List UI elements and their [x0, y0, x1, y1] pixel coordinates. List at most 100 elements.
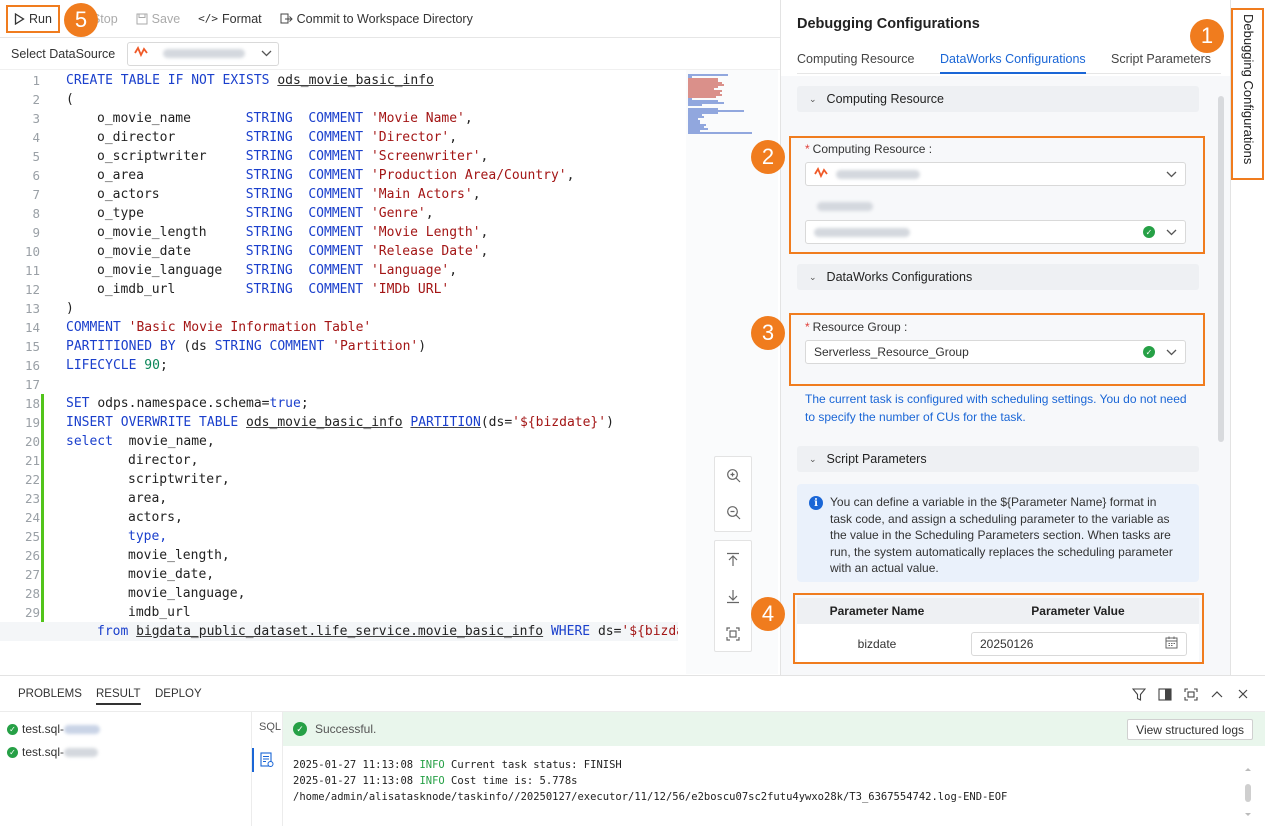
section-title: Script Parameters: [826, 452, 927, 466]
debugging-configurations-panel: Debugging Configurations Computing Resou…: [781, 0, 1230, 675]
code-line-16: LIFECYCLE 90;: [66, 358, 168, 373]
panel-scrollbar[interactable]: [1218, 96, 1224, 442]
datasource-select[interactable]: [127, 41, 280, 66]
section-script-parameters[interactable]: ⌄ Script Parameters: [797, 446, 1199, 472]
bottom-tabs: PROBLEMS RESULT DEPLOY: [0, 676, 1265, 712]
scroll-top-icon[interactable]: [715, 541, 751, 578]
code-line-column-2: o_director STRING COMMENT 'Director',: [97, 130, 458, 145]
tab-deploy[interactable]: DEPLOY: [155, 688, 202, 700]
commit-icon: [280, 13, 293, 25]
check-circle-icon: ✓: [7, 723, 18, 735]
check-circle-icon: ✓: [293, 722, 307, 736]
section-title: Computing Resource: [826, 92, 944, 106]
step-badge-1: 1: [1190, 19, 1224, 53]
view-structured-logs-button[interactable]: View structured logs: [1127, 719, 1253, 740]
code-line-select-4: actors,: [128, 510, 183, 525]
step-badge-5: 5: [64, 3, 98, 37]
list-item[interactable]: ✓ test.sql-: [7, 745, 99, 759]
maximize-icon[interactable]: [1183, 686, 1199, 702]
code-line-column-1: o_movie_name STRING COMMENT 'Movie Name'…: [97, 111, 473, 126]
log-scrollbar[interactable]: [1244, 766, 1252, 818]
code-line-18: SET odps.namespace.schema=true;: [66, 396, 309, 411]
collapse-chevron-icon: ⌄: [809, 93, 817, 104]
status-text: Successful.: [315, 722, 377, 736]
datasource-row: Select DataSource: [0, 38, 780, 70]
code-line-15: PARTITIONED BY (ds STRING COMMENT 'Parti…: [66, 339, 427, 354]
info-icon: i: [809, 496, 823, 510]
chevron-down-icon: [260, 48, 272, 60]
panel-title: Debugging Configurations: [797, 16, 980, 32]
highlight-resource-group: [789, 313, 1205, 386]
log-tab-active-indicator: [252, 748, 254, 772]
info-text: You can define a variable in the ${Param…: [830, 495, 1173, 575]
format-label: Format: [222, 11, 262, 26]
code-icon: </>: [198, 12, 219, 25]
close-icon[interactable]: [1235, 686, 1251, 702]
run-item-label: test.sql-: [22, 722, 65, 736]
step-badge-2: 2: [751, 140, 785, 174]
minimap-line: [688, 74, 728, 76]
tab-computing-resource[interactable]: Computing Resource: [797, 52, 914, 74]
sql-view-tab[interactable]: SQL: [259, 721, 281, 733]
code-line-19: INSERT OVERWRITE TABLE ods_movie_basic_i…: [66, 415, 614, 430]
run-item-label: test.sql-: [22, 745, 65, 759]
zoom-out-icon[interactable]: [715, 494, 751, 531]
code-line-2: (: [66, 92, 74, 107]
zoom-in-icon[interactable]: [715, 457, 751, 494]
debugging-configurations-side-tab[interactable]: Debugging Configurations: [1231, 8, 1264, 180]
section-title: DataWorks Configurations: [826, 270, 973, 284]
panel-scroll-area[interactable]: ⌄ Computing Resource * Computing Resource…: [781, 76, 1230, 675]
datasource-label: Select DataSource: [11, 46, 116, 61]
side-tab-label: Debugging Configurations: [1241, 14, 1256, 165]
save-button[interactable]: Save: [130, 7, 187, 31]
code-line-20: select movie_name,: [66, 434, 215, 449]
tab-dataworks-configurations[interactable]: DataWorks Configurations: [940, 52, 1086, 74]
filter-icon[interactable]: [1131, 686, 1147, 702]
collapse-up-icon[interactable]: [1209, 686, 1225, 702]
section-dataworks-configurations[interactable]: ⌄ DataWorks Configurations: [797, 264, 1199, 290]
tab-script-parameters[interactable]: Script Parameters: [1111, 52, 1211, 74]
step-badge-3: 3: [751, 316, 785, 350]
code-line-13: ): [66, 301, 74, 316]
highlight-parameters: [793, 593, 1204, 664]
log-line-2: 2025-01-27 11:13:08 INFO Cost time is: 5…: [293, 775, 578, 787]
commit-button[interactable]: Commit to Workspace Directory: [274, 7, 479, 31]
tab-result[interactable]: RESULT: [96, 688, 141, 705]
result-area: PROBLEMS RESULT DEPLOY ✓ test.sql- ✓ tes…: [0, 675, 1265, 826]
panel-tabs: Computing Resource DataWorks Configurati…: [797, 52, 1221, 74]
split-view-icon[interactable]: [1157, 686, 1173, 702]
code-line-select-6: movie_length,: [128, 548, 230, 563]
save-icon: [136, 13, 148, 25]
collapse-chevron-icon: ⌄: [809, 271, 817, 282]
fit-screen-icon[interactable]: [715, 615, 751, 652]
list-item[interactable]: ✓ test.sql-: [7, 722, 101, 736]
run-history-list: ✓ test.sql- ✓ test.sql-: [0, 712, 252, 826]
tab-problems[interactable]: PROBLEMS: [18, 688, 82, 700]
minimap-line: [688, 104, 702, 106]
highlight-computing-resource: [789, 136, 1205, 254]
status-banner: ✓ Successful. View structured logs: [283, 712, 1265, 746]
log-line-3: /home/admin/alisatasknode/taskinfo//2025…: [293, 791, 1008, 803]
result-view-switcher: SQL: [252, 712, 283, 826]
run-button[interactable]: Run: [6, 4, 60, 33]
code-line-select-5: type,: [128, 529, 168, 544]
log-document-icon[interactable]: [260, 752, 274, 768]
run-item-id-redacted: [64, 747, 99, 757]
run-label: Run: [29, 11, 52, 26]
zoom-tools: [714, 456, 752, 532]
code-line-column-9: o_movie_language STRING COMMENT 'Languag…: [97, 263, 458, 278]
code-line-column-8: o_movie_date STRING COMMENT 'Release Dat…: [97, 244, 489, 259]
format-button[interactable]: </> Format: [192, 7, 267, 31]
line-number-row: 17: [0, 375, 678, 394]
code-editor[interactable]: 1 2 3 4 5 6 7 8 9 10 11 12 13 14 15 16 17 18 19 20 21 22 23 24 2…: [0, 70, 678, 674]
scheduling-note: The current task is configured with sche…: [805, 392, 1187, 424]
code-line-30: from bigdata_public_dataset.life_service…: [0, 622, 678, 641]
line-number: 17: [24, 377, 40, 392]
scroll-bottom-icon[interactable]: [715, 578, 751, 615]
section-computing-resource[interactable]: ⌄ Computing Resource: [797, 86, 1199, 112]
code-line-14: COMMENT 'Basic Movie Information Table': [66, 320, 372, 335]
code-line-select-7: movie_date,: [128, 567, 215, 582]
editor-toolbar: Run Stop Save </> Format Commit to Works…: [0, 0, 780, 38]
code-line-column-3: o_scriptwriter STRING COMMENT 'Screenwri…: [97, 149, 489, 164]
dataworks-ide: Run Stop Save </> Format Commit to Works…: [0, 0, 1265, 826]
